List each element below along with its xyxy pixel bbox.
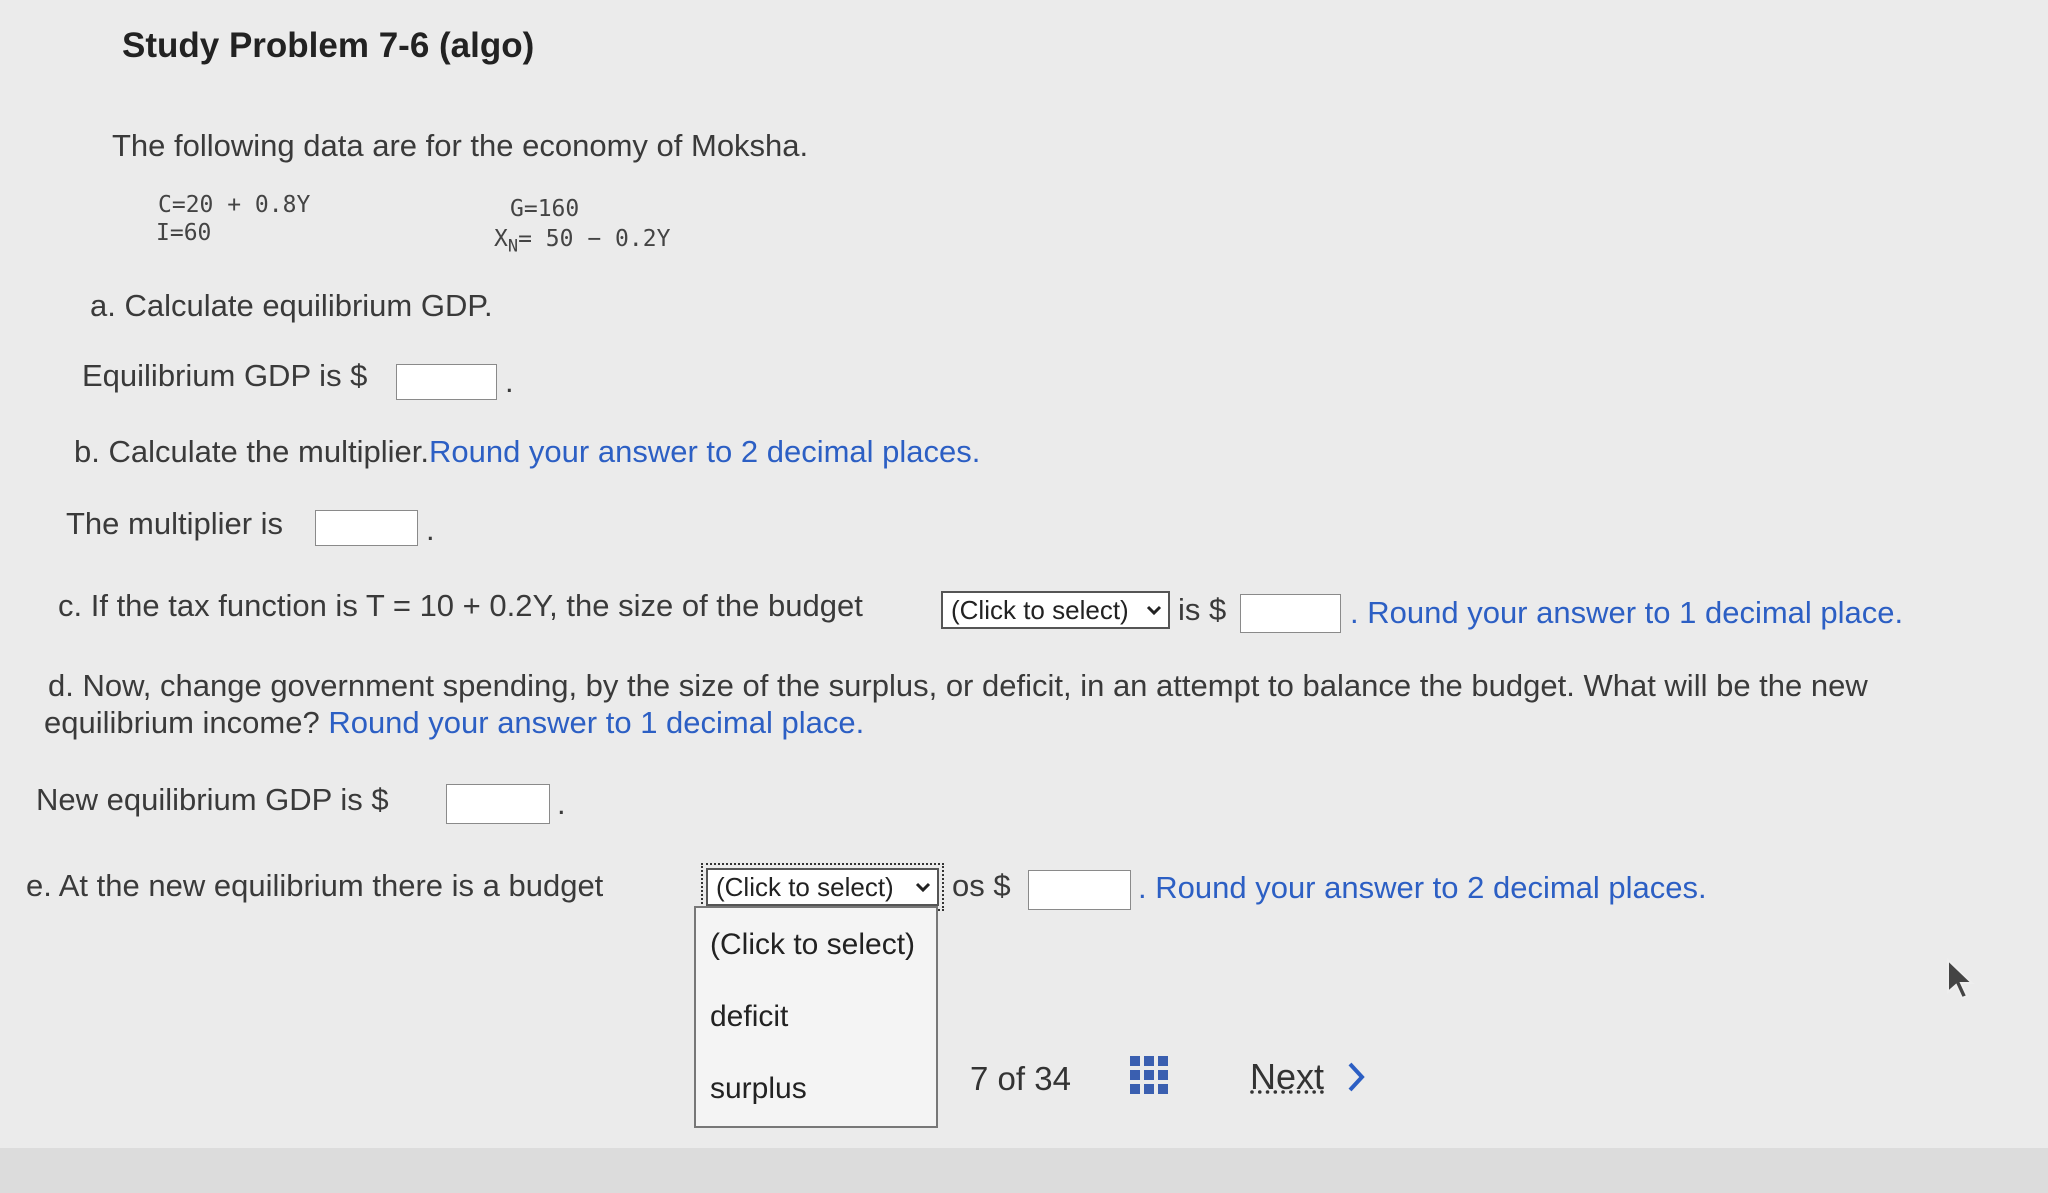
part-c-question: c. If the tax function is T = 10 + 0.2Y,… — [58, 588, 863, 623]
bottom-bar — [0, 1148, 2048, 1193]
next-button[interactable]: Next — [1250, 1056, 1366, 1098]
budget-type-select-e-value: (Click to select) — [716, 871, 894, 902]
part-c-instruction-text: Round your answer to 1 decimal place. — [1367, 595, 1904, 630]
part-d-instruction: Round your answer to 1 decimal place. — [328, 705, 865, 740]
chevron-down-icon — [915, 882, 931, 893]
multiplier-input[interactable] — [315, 510, 418, 546]
equation-xn: XN= 50 − 0.2Y — [494, 226, 670, 257]
equation-xn-symbol: X — [494, 226, 508, 252]
part-b-answer-label: The multiplier is — [66, 506, 284, 541]
pager-of: of — [997, 1060, 1026, 1097]
part-c-mid-text: is $ — [1178, 592, 1227, 627]
part-a-question: a. Calculate equilibrium GDP. — [90, 288, 493, 323]
new-equilibrium-gdp-input[interactable] — [446, 784, 550, 824]
part-c-instruction: . Round your answer to 1 decimal place. — [1350, 595, 1904, 630]
part-d-answer-label: New equilibrium GDP is $ — [36, 782, 389, 817]
period: . — [557, 786, 566, 821]
period: . — [505, 364, 514, 399]
dropdown-option-deficit[interactable]: deficit — [710, 1000, 788, 1034]
part-d-question-line2: equilibrium income? Round your answer to… — [44, 705, 864, 741]
equation-g: G=160 — [510, 196, 580, 222]
budget-amount-input[interactable] — [1028, 870, 1131, 910]
period: . — [426, 512, 435, 547]
equation-xn-subscript: N — [507, 236, 519, 257]
part-e-instruction-text: Round your answer to 2 decimal places. — [1155, 870, 1707, 905]
pager: 7 of 34 — [970, 1060, 1071, 1098]
equilibrium-gdp-input[interactable] — [396, 364, 497, 400]
next-label: Next — [1250, 1056, 1325, 1097]
dropdown-option-surplus[interactable]: surplus — [710, 1072, 807, 1106]
page-title: Study Problem 7-6 (algo) — [122, 26, 535, 65]
part-a-answer-label: Equilibrium GDP is $ — [82, 358, 368, 393]
dropdown-option-placeholder[interactable]: (Click to select) — [710, 928, 915, 962]
equation-c: C=20 + 0.8Y — [158, 192, 311, 218]
part-b-question-text: b. Calculate the multiplier. — [74, 434, 429, 469]
budget-type-select-c-value: (Click to select) — [951, 594, 1129, 625]
part-d-question-line2-text: equilibrium income? — [44, 705, 320, 740]
budget-type-select-e[interactable]: (Click to select) — [701, 863, 944, 911]
pager-total: 34 — [1034, 1060, 1071, 1097]
equation-xn-rest: = 50 − 0.2Y — [518, 226, 671, 252]
equation-i: I=60 — [156, 220, 212, 246]
part-b-instruction: Round your answer to 2 decimal places. — [428, 434, 981, 469]
budget-type-dropdown: (Click to select) deficit surplus — [694, 906, 938, 1128]
part-e-question: e. At the new equilibrium there is a bud… — [26, 868, 604, 903]
chevron-right-icon — [1348, 1062, 1365, 1092]
part-d-question-line1: d. Now, change government spending, by t… — [48, 668, 1868, 703]
part-e-mid-text: os $ — [952, 868, 1011, 903]
budget-size-input[interactable] — [1240, 594, 1341, 633]
cursor-icon — [1947, 958, 1975, 1000]
pager-current: 7 — [970, 1060, 989, 1097]
part-e-instruction: . Round your answer to 2 decimal places. — [1138, 870, 1707, 905]
part-b-question: b. Calculate the multiplier.Round your a… — [74, 434, 980, 470]
intro-text: The following data are for the economy o… — [112, 128, 809, 163]
grid-icon[interactable] — [1128, 1054, 1170, 1096]
budget-type-select-c[interactable]: (Click to select) — [941, 591, 1170, 629]
chevron-down-icon — [1146, 605, 1162, 616]
